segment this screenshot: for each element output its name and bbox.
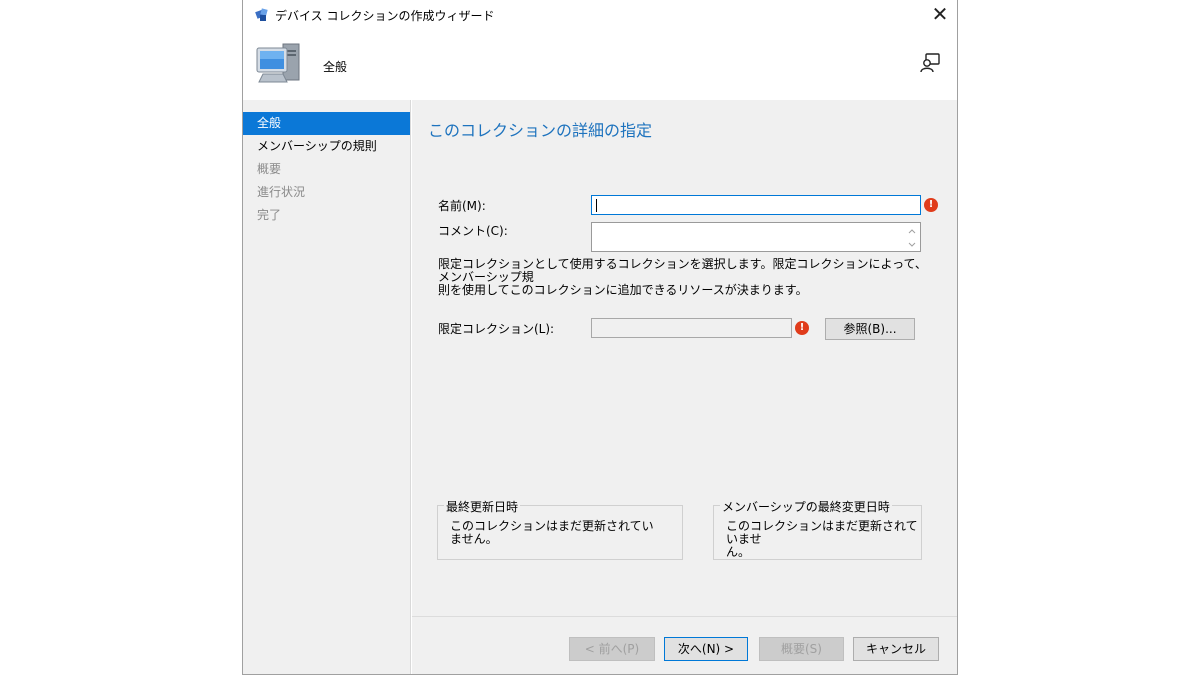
nav-item-general[interactable]: 全般 — [243, 112, 410, 135]
wizard-nav: 全般 メンバーシップの規則 概要 進行状況 完了 — [243, 100, 411, 674]
summary-button[interactable]: 概要(S) — [759, 637, 844, 661]
computer-icon — [256, 43, 300, 83]
close-icon: ✕ — [931, 2, 949, 26]
close-button[interactable]: ✕ — [923, 0, 957, 30]
limiting-collection-description: 限定コレクションとして使用するコレクションを選択します。限定コレクションによって… — [438, 258, 928, 297]
text-caret — [596, 199, 597, 212]
error-icon: ! — [924, 198, 938, 212]
comment-input[interactable] — [591, 222, 921, 252]
title-bar: デバイス コレクションの作成ウィザード ✕ — [243, 0, 957, 30]
error-icon: ! — [795, 321, 809, 335]
membership-change-text: このコレクションはまだ更新されていませ ん。 — [726, 520, 921, 559]
window-title: デバイス コレクションの作成ウィザード — [275, 9, 495, 23]
help-person-icon[interactable] — [919, 52, 941, 74]
wizard-window: デバイス コレクションの作成ウィザード ✕ 全般 全般 メンバーシップの規則 概… — [242, 0, 958, 675]
membership-change-title: メンバーシップの最終変更日時 — [720, 498, 892, 515]
cancel-button[interactable]: キャンセル — [853, 637, 939, 661]
last-update-text: このコレクションはまだ更新されてい ません。 — [450, 520, 654, 546]
last-update-title: 最終更新日時 — [444, 498, 521, 515]
header-title: 全般 — [323, 60, 348, 74]
comment-label: コメント(C): — [438, 224, 508, 238]
description-line-1: 限定コレクションとして使用するコレクションを選択します。限定コレクションによって… — [438, 257, 927, 284]
nav-item-membership-rules[interactable]: メンバーシップの規則 — [243, 135, 410, 158]
limiting-collection-field — [591, 318, 792, 338]
last-update-group: 最終更新日時 このコレクションはまだ更新されてい ません。 — [437, 498, 683, 560]
description-line-2: 則を使用してこのコレクションに追加できるリソースが決まります。 — [438, 283, 808, 297]
name-label: 名前(M): — [438, 199, 486, 213]
scroll-arrows-icon[interactable] — [906, 225, 918, 251]
next-button[interactable]: 次へ(N) > — [664, 637, 748, 661]
nav-item-summary: 概要 — [257, 162, 282, 176]
sccm-app-icon — [255, 8, 268, 21]
footer-divider — [412, 616, 957, 617]
page-heading: このコレクションの詳細の指定 — [428, 121, 653, 140]
limiting-collection-label: 限定コレクション(L): — [438, 322, 555, 336]
wizard-content: このコレクションの詳細の指定 名前(M): ! コメント(C): 限定コレクショ… — [412, 100, 957, 674]
membership-change-line-1: このコレクションはまだ更新されていませ — [726, 519, 918, 546]
name-input[interactable] — [591, 195, 921, 215]
last-update-line-2: ません。 — [450, 532, 498, 546]
browse-button[interactable]: 参照(B)... — [825, 318, 915, 340]
wizard-header: 全般 — [243, 30, 957, 100]
nav-item-completion: 完了 — [257, 208, 282, 222]
nav-item-progress: 進行状況 — [257, 185, 306, 199]
membership-change-group: メンバーシップの最終変更日時 このコレクションはまだ更新されていませ ん。 — [713, 498, 922, 560]
membership-change-line-2: ん。 — [726, 545, 751, 559]
previous-button[interactable]: < 前へ(P) — [569, 637, 655, 661]
